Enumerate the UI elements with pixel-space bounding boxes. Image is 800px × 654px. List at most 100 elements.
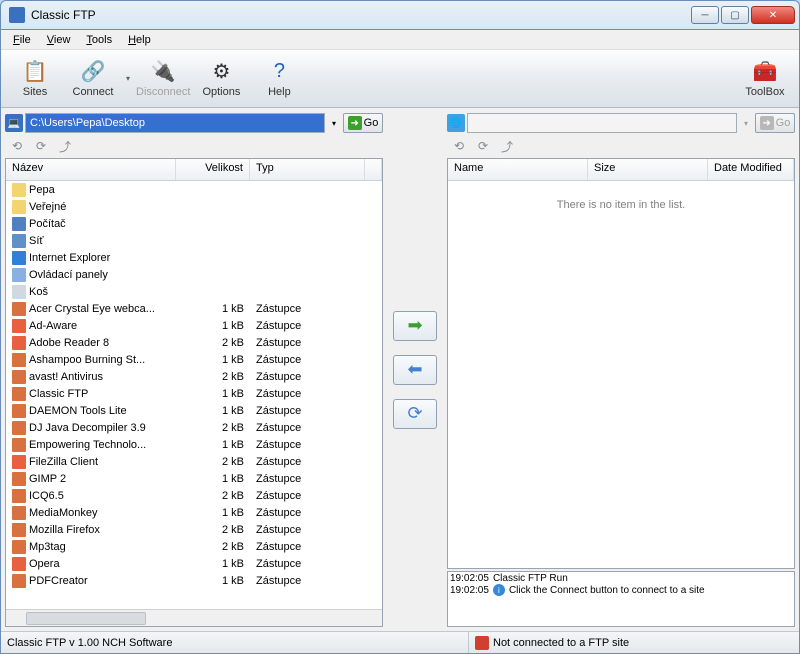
download-button[interactable]: ⬅ — [393, 355, 437, 385]
list-item[interactable]: Empowering Technolo...1 kBZástupce — [6, 436, 382, 453]
local-fwd-icon[interactable]: ⟳ — [33, 138, 49, 154]
file-icon — [12, 489, 26, 503]
connect-button[interactable]: 🔗Connect — [65, 53, 121, 105]
connect-dropdown[interactable]: ▾ — [123, 53, 133, 105]
list-item[interactable]: MediaMonkey1 kBZástupce — [6, 504, 382, 521]
sites-button[interactable]: 📋Sites — [7, 53, 63, 105]
file-icon — [12, 387, 26, 401]
go-arrow-icon: ➜ — [348, 116, 362, 130]
list-item[interactable]: Opera1 kBZástupce — [6, 555, 382, 572]
col-name[interactable]: Name — [448, 159, 588, 180]
file-icon — [12, 523, 26, 537]
list-item[interactable]: DAEMON Tools Lite1 kBZástupce — [6, 402, 382, 419]
list-item[interactable]: Mp3tag2 kBZástupce — [6, 538, 382, 555]
remote-listview[interactable]: Name Size Date Modified There is no item… — [447, 158, 795, 569]
list-item[interactable]: Adobe Reader 82 kBZástupce — [6, 334, 382, 351]
status-connection: Not connected to a FTP site — [493, 637, 629, 649]
file-icon — [12, 183, 26, 197]
list-item[interactable]: Síť — [6, 232, 382, 249]
list-item[interactable]: ICQ6.52 kBZástupce — [6, 487, 382, 504]
toolbar: 📋Sites 🔗Connect ▾ 🔌Disconnect ⚙Options ?… — [1, 50, 799, 108]
list-item[interactable]: Classic FTP1 kBZástupce — [6, 385, 382, 402]
file-icon — [12, 234, 26, 248]
list-item[interactable]: avast! Antivirus2 kBZástupce — [6, 368, 382, 385]
transfer-column: ➡ ⬅ ⟳ — [385, 112, 445, 627]
remote-path-input[interactable] — [467, 113, 737, 133]
remote-list-body[interactable]: There is no item in the list. — [448, 181, 794, 568]
minimize-button[interactable]: ─ — [691, 6, 719, 24]
file-icon — [12, 319, 26, 333]
file-icon — [12, 370, 26, 384]
connection-status-icon — [475, 636, 489, 650]
options-button[interactable]: ⚙Options — [193, 53, 249, 105]
list-item[interactable]: PDFCreator1 kBZástupce — [6, 572, 382, 589]
local-hscroll[interactable] — [6, 609, 382, 626]
file-icon — [12, 268, 26, 282]
remote-pane: 🌐 ▾ ➜Go ⟲ ⟳ ⤴ Name Size Date Modified Th… — [447, 112, 795, 627]
col-type[interactable]: Typ — [250, 159, 365, 180]
local-back-icon[interactable]: ⟲ — [9, 138, 25, 154]
file-icon — [12, 472, 26, 486]
list-item[interactable]: Mozilla Firefox2 kBZástupce — [6, 521, 382, 538]
list-item[interactable]: Ovládací panely — [6, 266, 382, 283]
local-list-body[interactable]: PepaVeřejnéPočítačSíťInternet ExplorerOv… — [6, 181, 382, 609]
info-icon: i — [493, 584, 505, 596]
local-up-icon[interactable]: ⤴ — [57, 138, 73, 154]
file-icon — [12, 251, 26, 265]
list-item[interactable]: Počítač — [6, 215, 382, 232]
list-item[interactable]: Veřejné — [6, 198, 382, 215]
file-icon — [12, 540, 26, 554]
list-item[interactable]: Acer Crystal Eye webca...1 kBZástupce — [6, 300, 382, 317]
menu-help[interactable]: Help — [120, 32, 159, 48]
options-icon: ⚙ — [209, 60, 233, 84]
menu-view[interactable]: View — [39, 32, 79, 48]
file-icon — [12, 217, 26, 231]
file-icon — [12, 557, 26, 571]
remote-up-icon[interactable]: ⤴ — [499, 138, 515, 154]
list-item[interactable]: Pepa — [6, 181, 382, 198]
menu-tools[interactable]: Tools — [78, 32, 120, 48]
local-listview[interactable]: Název Velikost Typ PepaVeřejnéPočítačSíť… — [5, 158, 383, 627]
toolbox-button[interactable]: 🧰ToolBox — [737, 53, 793, 105]
file-icon — [12, 421, 26, 435]
remote-fwd-icon[interactable]: ⟳ — [475, 138, 491, 154]
log-row: 19:02:05iClick the Connect button to con… — [450, 584, 792, 596]
status-version: Classic FTP v 1.00 NCH Software — [7, 632, 469, 653]
list-item[interactable]: Internet Explorer — [6, 249, 382, 266]
globe-icon[interactable]: 🌐 — [447, 114, 465, 132]
list-item[interactable]: FileZilla Client2 kBZástupce — [6, 453, 382, 470]
remote-path-dropdown[interactable]: ▾ — [739, 119, 753, 128]
col-date[interactable]: Date Modified — [708, 159, 794, 180]
path-dropdown[interactable]: ▾ — [327, 119, 341, 128]
log-panel[interactable]: 19:02:05Classic FTP Run19:02:05iClick th… — [447, 571, 795, 627]
list-item[interactable]: GIMP 21 kBZástupce — [6, 470, 382, 487]
statusbar: Classic FTP v 1.00 NCH Software Not conn… — [1, 631, 799, 653]
help-button[interactable]: ?Help — [251, 53, 307, 105]
col-size[interactable]: Size — [588, 159, 708, 180]
menubar: File View Tools Help — [1, 30, 799, 50]
list-item[interactable]: DJ Java Decompiler 3.92 kBZástupce — [6, 419, 382, 436]
empty-message: There is no item in the list. — [448, 181, 794, 229]
file-icon — [12, 200, 26, 214]
remote-back-icon[interactable]: ⟲ — [451, 138, 467, 154]
disconnect-button: 🔌Disconnect — [135, 53, 191, 105]
col-name[interactable]: Název — [6, 159, 176, 180]
file-icon — [12, 455, 26, 469]
col-size[interactable]: Velikost — [176, 159, 250, 180]
file-icon — [12, 336, 26, 350]
upload-button[interactable]: ➡ — [393, 311, 437, 341]
refresh-button[interactable]: ⟳ — [393, 399, 437, 429]
list-item[interactable]: Ad-Aware1 kBZástupce — [6, 317, 382, 334]
close-button[interactable]: ✕ — [751, 6, 795, 24]
list-item[interactable]: Koš — [6, 283, 382, 300]
connect-icon: 🔗 — [81, 60, 105, 84]
menu-file[interactable]: File — [5, 32, 39, 48]
local-path-input[interactable] — [25, 113, 325, 133]
local-go-button[interactable]: ➜Go — [343, 113, 383, 133]
remote-go-button: ➜Go — [755, 113, 795, 133]
local-pane: 💻 ▾ ➜Go ⟲ ⟳ ⤴ Název Velikost Typ PepaVeř… — [5, 112, 383, 627]
maximize-button[interactable]: ▢ — [721, 6, 749, 24]
drive-icon[interactable]: 💻 — [5, 114, 23, 132]
list-item[interactable]: Ashampoo Burning St...1 kBZástupce — [6, 351, 382, 368]
titlebar[interactable]: Classic FTP ─ ▢ ✕ — [0, 0, 800, 30]
